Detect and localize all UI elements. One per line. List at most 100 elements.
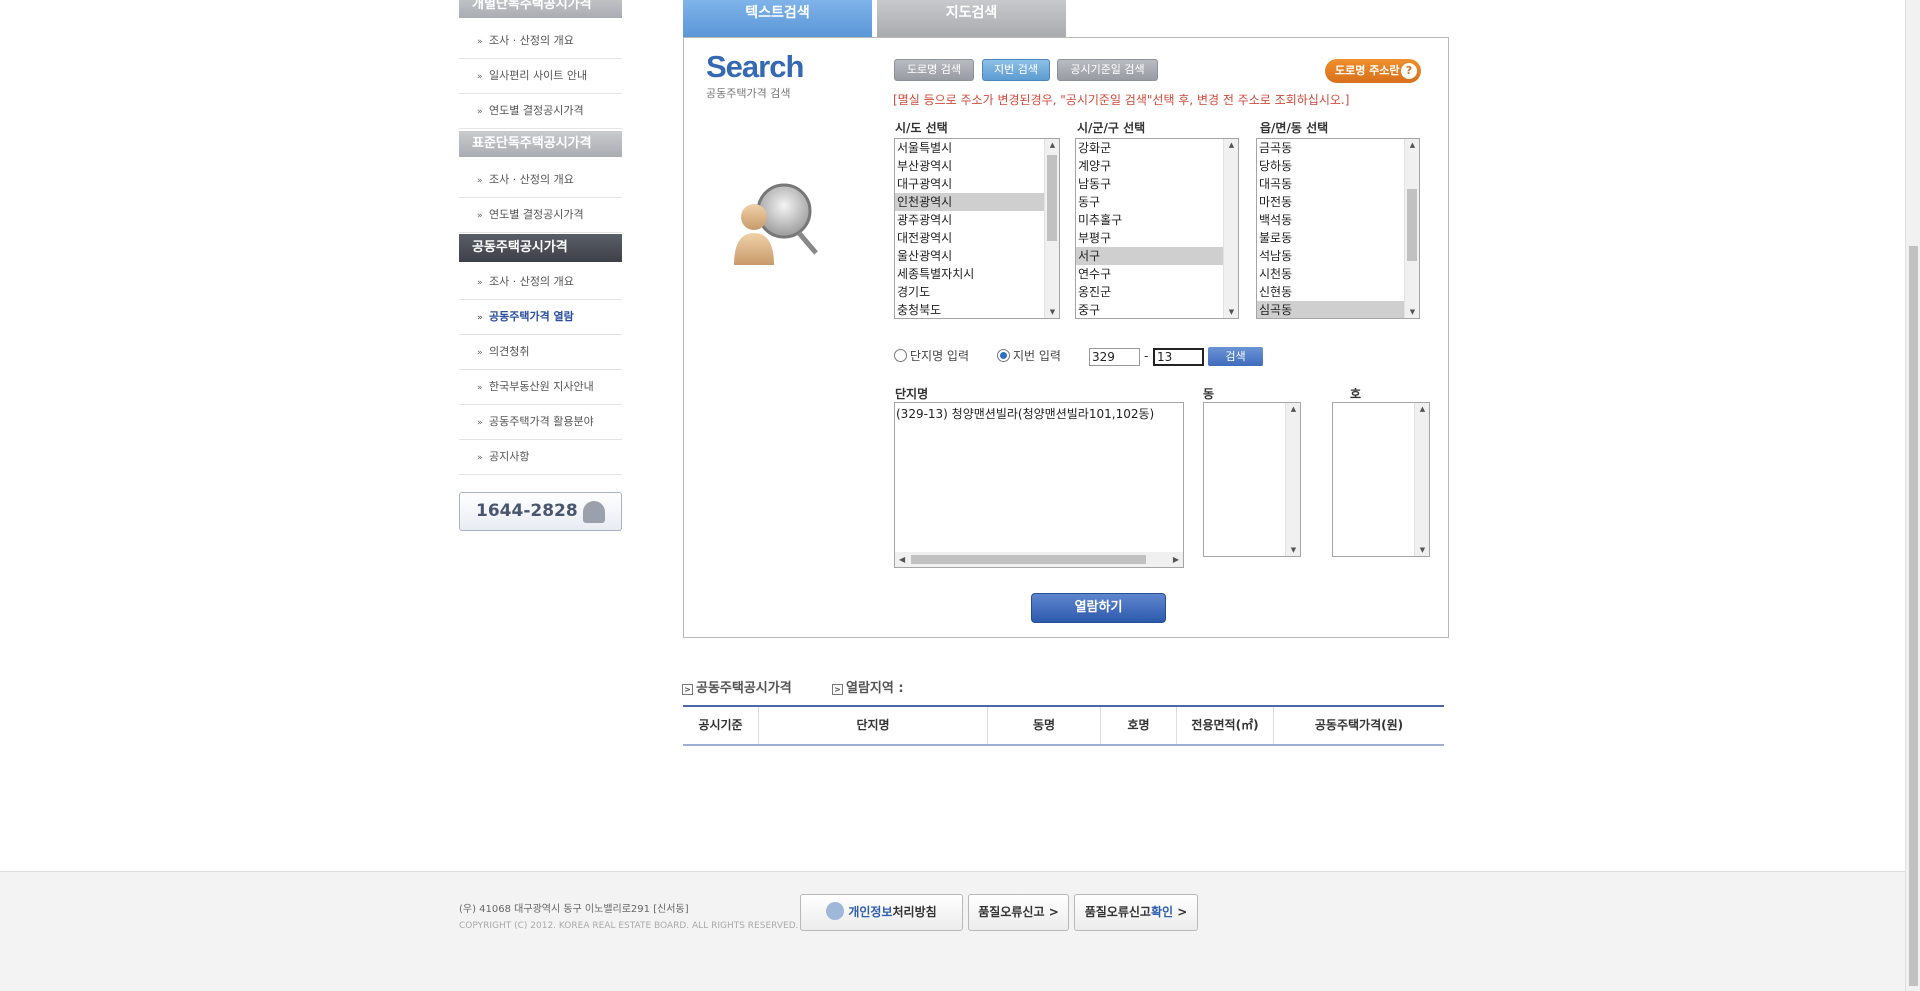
list-option[interactable]: 마전동 [1257,193,1419,211]
sidebar-section-header[interactable]: 공동주택공시가격 [459,234,622,262]
list-option[interactable]: 대구광역시 [895,175,1059,193]
sidebar-item[interactable]: » 한국부동산원 지사안내 [459,370,622,405]
list-option[interactable]: 금곡동 [1257,139,1419,157]
list-option[interactable]: 중구 [1076,301,1238,318]
bunji-main-input[interactable] [1089,348,1140,366]
list-option[interactable]: 광주광역시 [895,211,1059,229]
road-address-guide-button[interactable]: 도로명 주소란 ? [1325,59,1421,83]
page-scroll-thumb[interactable] [1909,246,1918,986]
vertical-scrollbar[interactable]: ▲ ▼ [1223,139,1238,318]
list-option[interactable]: 당하동 [1257,157,1419,175]
jibun-search-button[interactable]: 지번 검색 [982,59,1050,81]
sidebar-item[interactable]: » 공동주택가격 열람 [459,300,622,335]
view-button[interactable]: 열람하기 [1031,593,1166,623]
building-listbox[interactable]: ▲ ▼ [1203,402,1301,557]
list-option[interactable]: 시천동 [1257,265,1419,283]
scroll-up-icon[interactable]: ▲ [1405,141,1419,149]
list-option[interactable]: 인천광역시 [895,193,1059,211]
base-date-search-button[interactable]: 공시기준일 검색 [1057,59,1158,81]
list-option[interactable]: 부평구 [1076,229,1238,247]
radio-jibun[interactable]: 지번 입력 [997,347,1061,364]
search-panel: Search 공동주택가격 검색 도로명 검색 지번 검색 공시기준일 검색 도… [683,37,1449,638]
sidebar-item[interactable]: » 의견청취 [459,335,622,370]
scroll-up-icon[interactable]: ▲ [1224,141,1238,149]
report-check-button[interactable]: 품질오류신고확인 > [1074,894,1198,931]
radio-circle[interactable] [894,349,907,362]
list-option[interactable]: 미추홀구 [1076,211,1238,229]
page-scrollbar[interactable] [1905,0,1920,991]
sidebar-item[interactable]: » 연도별 결정공시가격 [459,198,622,233]
list-option[interactable]: 충청북도 [895,301,1059,318]
radio-complex-name[interactable]: 단지명 입력 [894,347,969,364]
sidebar-item[interactable]: » 조사 · 산정의 개요 [459,163,622,198]
scroll-down-icon[interactable]: ▼ [1045,308,1059,316]
page-root: 개별단독주택공시가격 » 조사 · 산정의 개요 » 일사편리 사이트 안내 » 연도별 결… [0,0,1920,991]
scroll-down-icon[interactable]: ▼ [1415,546,1429,554]
scroll-right-icon[interactable]: ▶ [1173,552,1179,567]
sido-listbox[interactable]: 서울특별시 부산광역시 대구광역시 인천광역시 광주광역시 대전광역시 울산광역시 세종특별자… [894,138,1060,319]
sigungu-listbox[interactable]: 강화군 계양구 남동구 동구 미추홀구 부평구 서구 연수구 옹진군 중구 ▲ ▼ [1075,138,1239,319]
vertical-scrollbar[interactable]: ▲ ▼ [1414,403,1429,556]
list-option[interactable]: 신현동 [1257,283,1419,301]
list-option[interactable]: 세종특별자치시 [895,265,1059,283]
sidebar-item[interactable]: » 조사 · 산정의 개요 [459,24,622,59]
list-option[interactable]: 연수구 [1076,265,1238,283]
bullet-icon: » [477,107,483,117]
list-option[interactable]: 석남동 [1257,247,1419,265]
list-option[interactable]: 심곡동 [1257,301,1419,318]
sidebar-section-header[interactable]: 개별단독주택공시가격 [459,0,622,18]
sidebar-item-label: 조사 · 산정의 개요 [489,275,574,288]
scroll-up-icon[interactable]: ▲ [1415,405,1429,413]
horizontal-scrollbar[interactable]: ◀ ▶ [895,552,1183,567]
list-option[interactable]: 백석동 [1257,211,1419,229]
phone-number: 1644-2828 [476,501,578,521]
privacy-policy-button[interactable]: 개인정보처리방침 [800,894,963,931]
list-option[interactable]: 강화군 [1076,139,1238,157]
jibun-search-go-button[interactable]: 검색 [1208,347,1263,366]
scroll-left-icon[interactable]: ◀ [899,552,905,567]
sidebar-item[interactable]: » 공동주택가격 활용분야 [459,405,622,440]
list-option[interactable]: 대곡동 [1257,175,1419,193]
sidebar-item[interactable]: » 일사편리 사이트 안내 [459,59,622,94]
dong-listbox[interactable]: 금곡동 당하동 대곡동 마전동 백석동 불로동 석남동 시천동 신현동 심곡동 ▲ ▼ [1256,138,1420,319]
vertical-scrollbar[interactable]: ▲ ▼ [1044,139,1059,318]
list-option[interactable]: 울산광역시 [895,247,1059,265]
list-option[interactable]: 옹진군 [1076,283,1238,301]
footer-copyright: COPYRIGHT (C) 2012. KOREA REAL ESTATE BO… [459,921,799,931]
scroll-up-icon[interactable]: ▲ [1286,405,1300,413]
list-option[interactable]: 서울특별시 [895,139,1059,157]
scroll-down-icon[interactable]: ▼ [1224,308,1238,316]
footer: (우) 41068 대구광역시 동구 이노밸리로291 [신서동] COPYRI… [0,871,1905,991]
scroll-up-icon[interactable]: ▲ [1045,141,1059,149]
sidebar-item[interactable]: » 연도별 결정공시가격 [459,94,622,129]
scroll-down-icon[interactable]: ▼ [1405,308,1419,316]
road-name-search-button[interactable]: 도로명 검색 [894,59,974,81]
unit-listbox[interactable]: ▲ ▼ [1332,402,1430,557]
bunji-sub-input[interactable] [1153,348,1204,366]
list-option[interactable]: 불로동 [1257,229,1419,247]
scroll-thumb[interactable] [911,555,1146,564]
complex-result-item[interactable]: (329-13) 청양맨션빌라(청양맨션빌라101,102동) [895,403,1183,424]
sidebar-section-header[interactable]: 표준단독주택공시가격 [459,131,622,157]
table-column-header: 동명 [988,707,1101,744]
list-option[interactable]: 남동구 [1076,175,1238,193]
list-option[interactable]: 서구 [1076,247,1238,265]
vertical-scrollbar[interactable]: ▲ ▼ [1285,403,1300,556]
list-option[interactable]: 동구 [1076,193,1238,211]
list-option[interactable]: 대전광역시 [895,229,1059,247]
sidebar-item[interactable]: » 조사 · 산정의 개요 [459,265,622,300]
list-option[interactable]: 부산광역시 [895,157,1059,175]
vertical-scrollbar[interactable]: ▲ ▼ [1404,139,1419,318]
scroll-down-icon[interactable]: ▼ [1286,546,1300,554]
tab-text-search[interactable]: 텍스트검색 [683,0,872,37]
list-option[interactable]: 경기도 [895,283,1059,301]
radio-circle-checked[interactable] [997,349,1010,362]
report-error-button[interactable]: 품질오류신고 > [968,894,1069,931]
scroll-thumb[interactable] [1407,189,1417,261]
scroll-thumb[interactable] [1047,155,1057,241]
tab-map-search[interactable]: 지도검색 [877,0,1066,37]
complex-result-listbox[interactable]: (329-13) 청양맨션빌라(청양맨션빌라101,102동) ◀ ▶ [894,402,1184,568]
sidebar-item-label: 연도별 결정공시가격 [489,104,584,117]
list-option[interactable]: 계양구 [1076,157,1238,175]
sidebar-item[interactable]: » 공지사항 [459,440,622,475]
